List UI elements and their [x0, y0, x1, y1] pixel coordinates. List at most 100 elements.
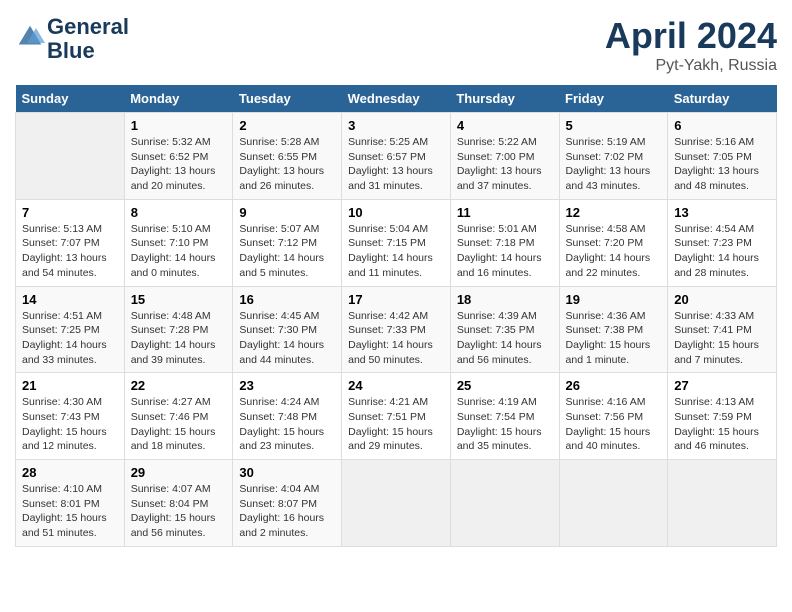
- calendar-cell: 27 Sunrise: 4:13 AM Sunset: 7:59 PM Dayli…: [668, 373, 777, 460]
- day-info: Sunrise: 5:22 AM Sunset: 7:00 PM Dayligh…: [457, 135, 553, 194]
- day-info: Sunrise: 5:13 AM Sunset: 7:07 PM Dayligh…: [22, 222, 118, 281]
- logo-text: General Blue: [47, 15, 129, 63]
- day-info: Sunrise: 4:58 AM Sunset: 7:20 PM Dayligh…: [566, 222, 662, 281]
- day-info: Sunrise: 4:42 AM Sunset: 7:33 PM Dayligh…: [348, 309, 444, 368]
- day-info: Sunrise: 4:24 AM Sunset: 7:48 PM Dayligh…: [239, 395, 335, 454]
- calendar-cell: 8 Sunrise: 5:10 AM Sunset: 7:10 PM Daylig…: [124, 199, 233, 286]
- day-number: 29: [131, 465, 227, 480]
- day-info: Sunrise: 4:33 AM Sunset: 7:41 PM Dayligh…: [674, 309, 770, 368]
- calendar-cell: 3 Sunrise: 5:25 AM Sunset: 6:57 PM Daylig…: [342, 113, 451, 200]
- day-number: 10: [348, 205, 444, 220]
- calendar-cell: 13Sunrise: 4:54 AM Sunset: 7:23 PM Dayli…: [668, 199, 777, 286]
- calendar-cell: [668, 460, 777, 547]
- column-header-saturday: Saturday: [668, 85, 777, 113]
- calendar-table: SundayMondayTuesdayWednesdayThursdayFrid…: [15, 85, 777, 547]
- day-number: 3: [348, 118, 444, 133]
- day-info: Sunrise: 5:10 AM Sunset: 7:10 PM Dayligh…: [131, 222, 227, 281]
- day-number: 24: [348, 378, 444, 393]
- calendar-cell: 19 Sunrise: 4:36 AM Sunset: 7:38 PM Dayli…: [559, 286, 668, 373]
- column-header-monday: Monday: [124, 85, 233, 113]
- calendar-cell: [16, 113, 125, 200]
- day-number: 12: [566, 205, 662, 220]
- day-number: 18: [457, 292, 553, 307]
- calendar-cell: 6Sunrise: 5:16 AM Sunset: 7:05 PM Daylig…: [668, 113, 777, 200]
- day-number: 2: [239, 118, 335, 133]
- day-number: 20: [674, 292, 770, 307]
- column-header-wednesday: Wednesday: [342, 85, 451, 113]
- day-info: Sunrise: 4:16 AM Sunset: 7:56 PM Dayligh…: [566, 395, 662, 454]
- day-info: Sunrise: 4:19 AM Sunset: 7:54 PM Dayligh…: [457, 395, 553, 454]
- day-number: 27: [674, 378, 770, 393]
- day-number: 30: [239, 465, 335, 480]
- day-number: 6: [674, 118, 770, 133]
- day-info: Sunrise: 4:36 AM Sunset: 7:38 PM Dayligh…: [566, 309, 662, 368]
- column-header-friday: Friday: [559, 85, 668, 113]
- day-info: Sunrise: 5:25 AM Sunset: 6:57 PM Dayligh…: [348, 135, 444, 194]
- calendar-cell: 4 Sunrise: 5:22 AM Sunset: 7:00 PM Daylig…: [450, 113, 559, 200]
- logo-icon: [15, 22, 45, 52]
- calendar-cell: [559, 460, 668, 547]
- main-title: April 2024: [605, 15, 777, 57]
- page-header: General Blue April 2024 Pyt-Yakh, Russia: [15, 15, 777, 75]
- calendar-cell: 28 Sunrise: 4:10 AM Sunset: 8:01 PM Dayli…: [16, 460, 125, 547]
- logo: General Blue: [15, 15, 129, 63]
- day-number: 11: [457, 205, 553, 220]
- title-block: April 2024 Pyt-Yakh, Russia: [605, 15, 777, 75]
- calendar-cell: [342, 460, 451, 547]
- calendar-cell: 22 Sunrise: 4:27 AM Sunset: 7:46 PM Dayli…: [124, 373, 233, 460]
- day-info: Sunrise: 5:01 AM Sunset: 7:18 PM Dayligh…: [457, 222, 553, 281]
- day-info: Sunrise: 4:48 AM Sunset: 7:28 PM Dayligh…: [131, 309, 227, 368]
- day-number: 4: [457, 118, 553, 133]
- day-number: 7: [22, 205, 118, 220]
- calendar-cell: 10 Sunrise: 5:04 AM Sunset: 7:15 PM Dayli…: [342, 199, 451, 286]
- day-info: Sunrise: 5:19 AM Sunset: 7:02 PM Dayligh…: [566, 135, 662, 194]
- calendar-cell: 16Sunrise: 4:45 AM Sunset: 7:30 PM Dayli…: [233, 286, 342, 373]
- day-number: 8: [131, 205, 227, 220]
- day-number: 14: [22, 292, 118, 307]
- calendar-cell: 12 Sunrise: 4:58 AM Sunset: 7:20 PM Dayli…: [559, 199, 668, 286]
- day-info: Sunrise: 4:39 AM Sunset: 7:35 PM Dayligh…: [457, 309, 553, 368]
- column-header-thursday: Thursday: [450, 85, 559, 113]
- day-number: 23: [239, 378, 335, 393]
- day-number: 22: [131, 378, 227, 393]
- day-info: Sunrise: 4:10 AM Sunset: 8:01 PM Dayligh…: [22, 482, 118, 541]
- day-info: Sunrise: 4:13 AM Sunset: 7:59 PM Dayligh…: [674, 395, 770, 454]
- day-number: 25: [457, 378, 553, 393]
- day-info: Sunrise: 4:21 AM Sunset: 7:51 PM Dayligh…: [348, 395, 444, 454]
- day-info: Sunrise: 4:30 AM Sunset: 7:43 PM Dayligh…: [22, 395, 118, 454]
- calendar-cell: 18 Sunrise: 4:39 AM Sunset: 7:35 PM Dayli…: [450, 286, 559, 373]
- day-info: Sunrise: 5:04 AM Sunset: 7:15 PM Dayligh…: [348, 222, 444, 281]
- day-info: Sunrise: 4:54 AM Sunset: 7:23 PM Dayligh…: [674, 222, 770, 281]
- day-number: 21: [22, 378, 118, 393]
- week-row-5: 28 Sunrise: 4:10 AM Sunset: 8:01 PM Dayli…: [16, 460, 777, 547]
- calendar-cell: 24 Sunrise: 4:21 AM Sunset: 7:51 PM Dayli…: [342, 373, 451, 460]
- day-info: Sunrise: 4:51 AM Sunset: 7:25 PM Dayligh…: [22, 309, 118, 368]
- day-info: Sunrise: 4:27 AM Sunset: 7:46 PM Dayligh…: [131, 395, 227, 454]
- day-info: Sunrise: 4:07 AM Sunset: 8:04 PM Dayligh…: [131, 482, 227, 541]
- calendar-cell: 14 Sunrise: 4:51 AM Sunset: 7:25 PM Dayli…: [16, 286, 125, 373]
- day-number: 5: [566, 118, 662, 133]
- header-row: SundayMondayTuesdayWednesdayThursdayFrid…: [16, 85, 777, 113]
- calendar-cell: 17Sunrise: 4:42 AM Sunset: 7:33 PM Dayli…: [342, 286, 451, 373]
- week-row-1: 1Sunrise: 5:32 AM Sunset: 6:52 PM Daylig…: [16, 113, 777, 200]
- calendar-cell: 2Sunrise: 5:28 AM Sunset: 6:55 PM Daylig…: [233, 113, 342, 200]
- calendar-cell: 21 Sunrise: 4:30 AM Sunset: 7:43 PM Dayli…: [16, 373, 125, 460]
- day-number: 9: [239, 205, 335, 220]
- sub-title: Pyt-Yakh, Russia: [605, 57, 777, 75]
- day-info: Sunrise: 4:04 AM Sunset: 8:07 PM Dayligh…: [239, 482, 335, 541]
- week-row-2: 7 Sunrise: 5:13 AM Sunset: 7:07 PM Daylig…: [16, 199, 777, 286]
- day-number: 15: [131, 292, 227, 307]
- calendar-cell: 23 Sunrise: 4:24 AM Sunset: 7:48 PM Dayli…: [233, 373, 342, 460]
- day-number: 28: [22, 465, 118, 480]
- calendar-cell: 11 Sunrise: 5:01 AM Sunset: 7:18 PM Dayli…: [450, 199, 559, 286]
- day-number: 19: [566, 292, 662, 307]
- week-row-3: 14 Sunrise: 4:51 AM Sunset: 7:25 PM Dayli…: [16, 286, 777, 373]
- calendar-cell: [450, 460, 559, 547]
- day-info: Sunrise: 4:45 AM Sunset: 7:30 PM Dayligh…: [239, 309, 335, 368]
- calendar-cell: 1Sunrise: 5:32 AM Sunset: 6:52 PM Daylig…: [124, 113, 233, 200]
- calendar-cell: 9Sunrise: 5:07 AM Sunset: 7:12 PM Daylig…: [233, 199, 342, 286]
- calendar-cell: 15 Sunrise: 4:48 AM Sunset: 7:28 PM Dayli…: [124, 286, 233, 373]
- calendar-cell: 7 Sunrise: 5:13 AM Sunset: 7:07 PM Daylig…: [16, 199, 125, 286]
- column-header-sunday: Sunday: [16, 85, 125, 113]
- day-number: 1: [131, 118, 227, 133]
